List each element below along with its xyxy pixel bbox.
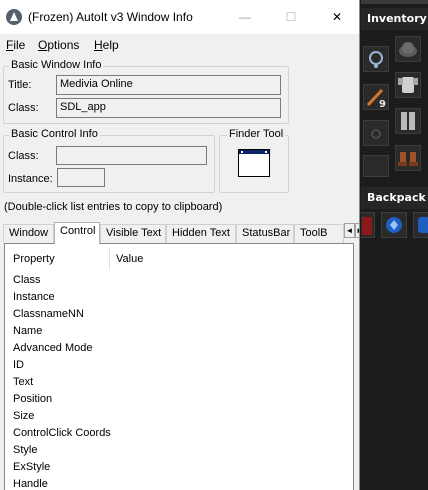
legs-icon: [401, 112, 415, 130]
column-separator[interactable]: [109, 248, 110, 270]
tab-scroll-left-icon[interactable]: ◄: [344, 223, 355, 238]
tab-toolbar[interactable]: ToolB: [294, 224, 344, 243]
game-top-strip: [361, 0, 428, 4]
boots-slot[interactable]: [395, 145, 421, 171]
menu-help[interactable]: Help: [94, 38, 119, 52]
blue-item-icon: [418, 217, 428, 233]
menu-options[interactable]: Options: [38, 38, 79, 52]
list-item[interactable]: Handle: [13, 478, 48, 490]
finder-titlebar: [239, 150, 269, 154]
helmet-icon: [399, 42, 417, 57]
armor-icon: [398, 77, 418, 93]
helmet-slot[interactable]: [395, 36, 421, 62]
finder-dot: [241, 151, 243, 153]
list-item[interactable]: ClassnameNN: [13, 308, 84, 320]
red-item-icon: [362, 217, 372, 235]
list-item[interactable]: Advanced Mode: [13, 342, 93, 354]
class-label: Class:: [8, 102, 39, 114]
window-title: (Frozen) AutoIt v3 Window Info: [28, 10, 193, 24]
list-item[interactable]: ControlClick Coords: [13, 427, 111, 439]
tab-control[interactable]: Control: [54, 222, 100, 244]
tab-hidden-text[interactable]: Hidden Text: [166, 224, 236, 243]
boots-icon: [398, 152, 418, 166]
minimize-button[interactable]: —: [222, 0, 268, 34]
list-item[interactable]: Class: [13, 274, 41, 286]
weapon-slot[interactable]: 9: [363, 84, 389, 110]
column-value[interactable]: Value: [116, 253, 143, 265]
inventory-header: Inventory: [361, 8, 428, 30]
legs-slot[interactable]: [395, 108, 421, 134]
basic-window-info-label: Basic Window Info: [9, 59, 104, 71]
class-field[interactable]: SDL_app: [56, 98, 281, 118]
autoit-window-info: (Frozen) AutoIt v3 Window Info — ☐ ✕ Fil…: [0, 0, 360, 490]
autoit-app-icon: [6, 9, 22, 25]
tab-scroll-right-icon[interactable]: ►: [355, 223, 359, 238]
backpack-item[interactable]: [413, 212, 428, 238]
amulet-icon: [369, 51, 383, 68]
title-field[interactable]: Medivia Online: [56, 75, 281, 95]
ring-slot[interactable]: [363, 120, 389, 146]
menu-bar: File Options Help: [0, 34, 359, 56]
maximize-button[interactable]: ☐: [268, 0, 314, 34]
list-item[interactable]: ExStyle: [13, 461, 50, 473]
list-item[interactable]: Text: [13, 376, 33, 388]
backpack-header: Backpack: [361, 187, 428, 209]
control-instance-field[interactable]: [57, 168, 105, 187]
control-class-label: Class:: [8, 150, 39, 162]
list-item[interactable]: Position: [13, 393, 52, 405]
amulet-slot[interactable]: [363, 46, 389, 72]
list-item[interactable]: Size: [13, 410, 34, 422]
finder-tool-label: Finder Tool: [227, 128, 286, 140]
column-property[interactable]: Property: [13, 253, 55, 265]
list-item[interactable]: Instance: [13, 291, 55, 303]
tab-visible-text[interactable]: Visible Text: [100, 224, 166, 243]
finder-dot: [265, 151, 267, 153]
tab-statusbar[interactable]: StatusBar: [236, 224, 294, 243]
control-class-field[interactable]: [56, 146, 207, 165]
title-bar[interactable]: (Frozen) AutoIt v3 Window Info — ☐ ✕: [0, 0, 359, 34]
list-item[interactable]: Style: [13, 444, 37, 456]
armor-slot[interactable]: [395, 72, 421, 98]
copy-hint: (Double-click list entries to copy to cl…: [4, 201, 223, 213]
title-label: Title:: [8, 79, 32, 91]
basic-control-info-label: Basic Control Info: [9, 128, 100, 140]
property-list[interactable]: Property Value Class Instance ClassnameN…: [4, 243, 354, 490]
list-item[interactable]: ID: [13, 359, 24, 371]
tab-window[interactable]: Window: [3, 224, 54, 243]
list-header: Property Value: [5, 244, 353, 272]
close-button[interactable]: ✕: [314, 0, 359, 34]
menu-file[interactable]: File: [6, 38, 25, 52]
blue-shield-icon: [386, 217, 402, 233]
backpack-item[interactable]: [381, 212, 407, 238]
empty-slot[interactable]: [363, 155, 389, 177]
ammo-count: 9: [379, 99, 386, 110]
list-item[interactable]: Name: [13, 325, 42, 337]
finder-tool-icon[interactable]: [238, 149, 270, 177]
control-instance-label: Instance:: [8, 173, 53, 185]
tab-strip: Window Control Visible Text Hidden Text …: [0, 222, 359, 244]
ring-icon: [371, 129, 381, 139]
game-side-panel: Inventory 9 Backpack: [361, 0, 428, 490]
backpack-item[interactable]: [361, 212, 375, 238]
